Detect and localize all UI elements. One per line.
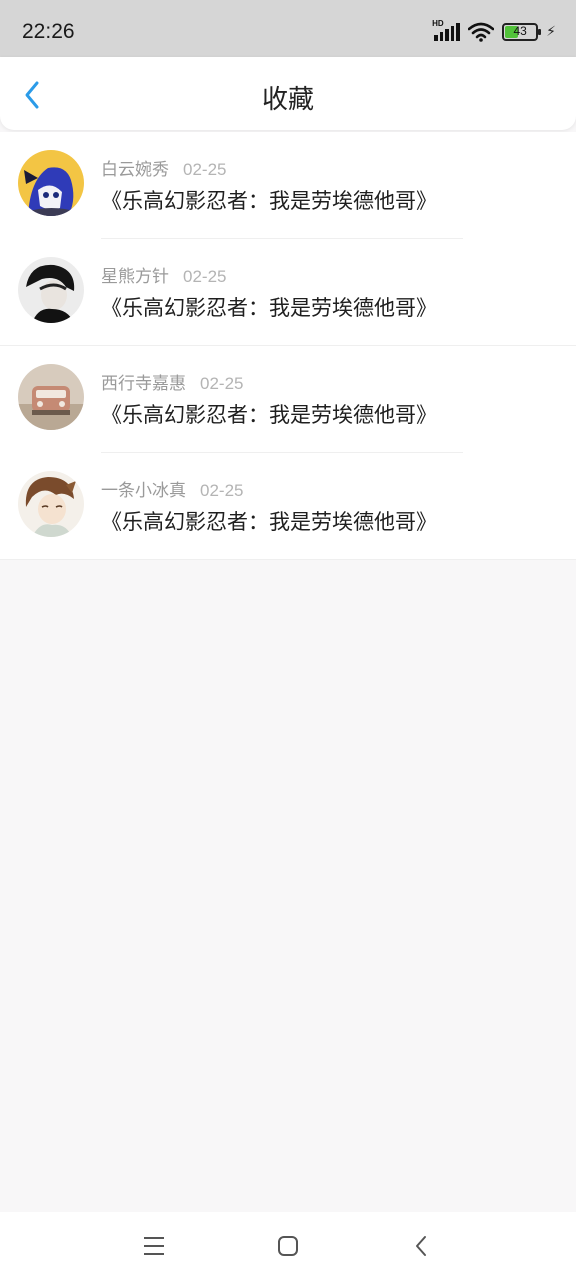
avatar (18, 364, 84, 430)
divider (0, 559, 576, 560)
favorite-item[interactable]: 白云婉秀 02-25 《乐高幻影忍者：我是劳埃德他哥》 (0, 132, 576, 239)
status-bar: 22:26 HD 43 ⚡ (0, 0, 576, 57)
item-date: 02-25 (183, 160, 227, 179)
charging-icon: ⚡ (546, 24, 556, 40)
item-meta: 西行寺嘉惠 02-25 (101, 369, 243, 394)
menu-button[interactable] (136, 1230, 172, 1262)
home-icon (278, 1236, 298, 1256)
item-title: 《乐高幻影忍者：我是劳埃德他哥》 (101, 296, 437, 320)
app-header: 收藏 (0, 57, 576, 130)
system-back-button[interactable] (403, 1230, 439, 1262)
status-icons: HD 43 ⚡ (432, 19, 556, 45)
favorite-item[interactable]: 一条小冰真 02-25 《乐高幻影忍者：我是劳埃德他哥》 (0, 453, 576, 560)
home-button[interactable] (270, 1230, 306, 1262)
avatar (18, 471, 84, 537)
back-icon (416, 1236, 426, 1256)
avatar (18, 150, 84, 216)
favorites-list: 白云婉秀 02-25 《乐高幻影忍者：我是劳埃德他哥》 星熊方针 02-25 《乐高… (0, 132, 576, 560)
item-meta: 一条小冰真 02-25 (101, 476, 243, 501)
battery-icon: 43 (502, 23, 542, 41)
author-name: 白云婉秀 (101, 160, 169, 180)
favorite-item[interactable]: 星熊方针 02-25 《乐高幻影忍者：我是劳埃德他哥》 (0, 239, 576, 346)
page-title: 收藏 (261, 85, 314, 115)
favorite-item[interactable]: 西行寺嘉惠 02-25 《乐高幻影忍者：我是劳埃德他哥》 (0, 346, 576, 453)
wifi-icon (468, 22, 495, 42)
battery-level: 43 (513, 24, 527, 38)
author-name: 西行寺嘉惠 (101, 374, 186, 394)
item-meta: 白云婉秀 02-25 (101, 155, 226, 180)
author-name: 星熊方针 (101, 267, 169, 287)
signal-icon: HD (432, 19, 460, 43)
status-time: 22:26 (22, 20, 75, 43)
item-meta: 星熊方针 02-25 (101, 262, 226, 287)
item-title: 《乐高幻影忍者：我是劳埃德他哥》 (101, 510, 437, 534)
item-title: 《乐高幻影忍者：我是劳埃德他哥》 (101, 189, 437, 213)
author-name: 一条小冰真 (101, 481, 186, 501)
item-title: 《乐高幻影忍者：我是劳埃德他哥》 (101, 403, 437, 427)
item-date: 02-25 (183, 267, 227, 286)
item-date: 02-25 (200, 374, 244, 393)
item-date: 02-25 (200, 481, 244, 500)
system-nav-bar (0, 1212, 576, 1280)
avatar (18, 257, 84, 323)
menu-icon (144, 1237, 164, 1255)
